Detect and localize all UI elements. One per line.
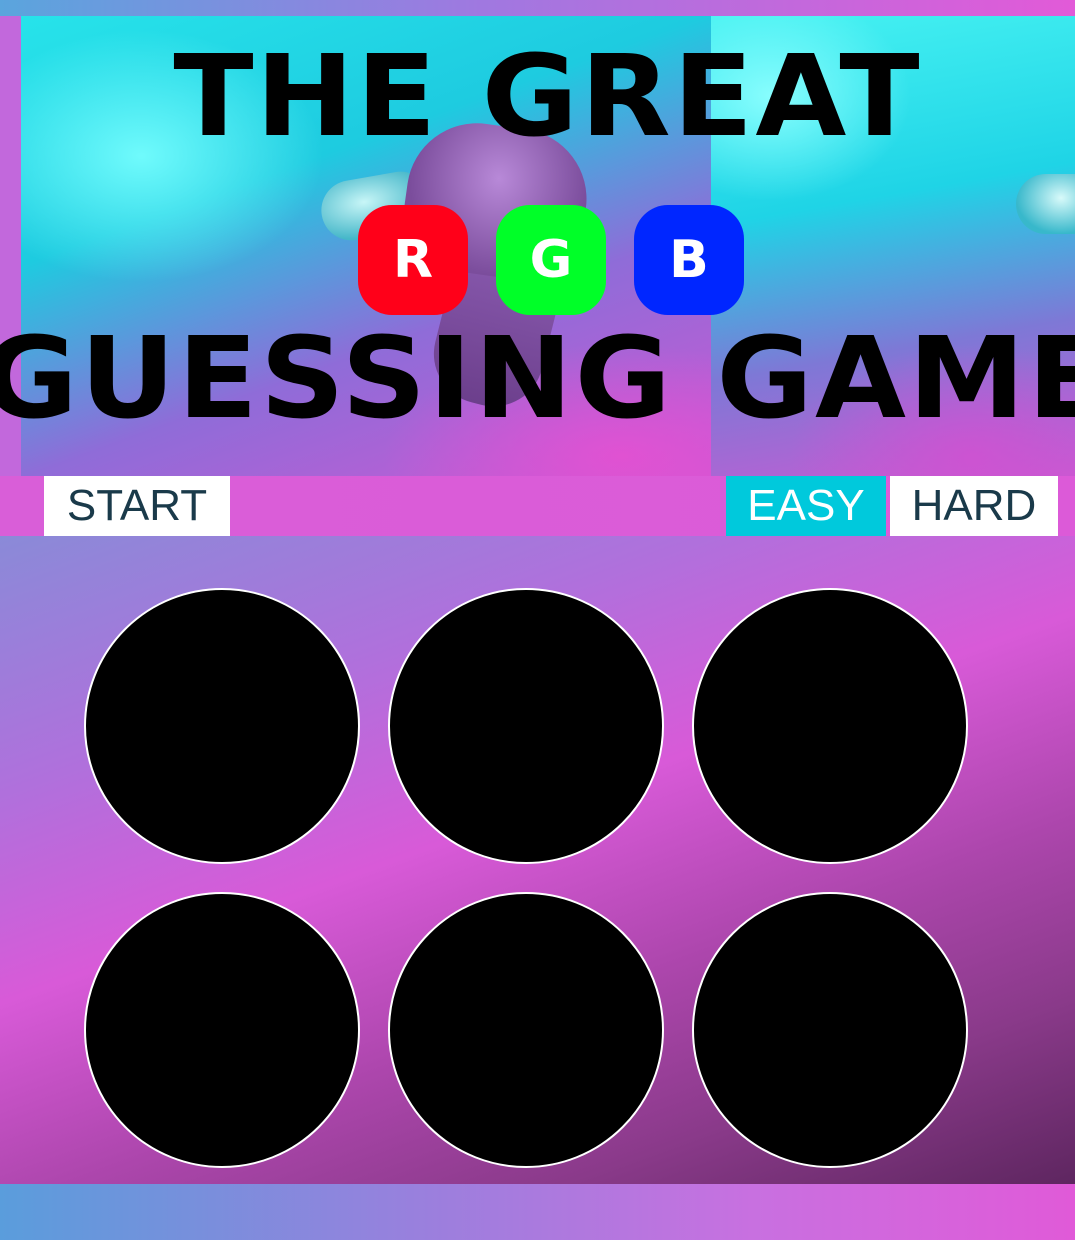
color-circle-1[interactable] [84,588,360,864]
color-circle-6[interactable] [692,892,968,1168]
header-banner: THE GREAT R G B GUESSING GAME [0,16,1075,476]
color-circle-3[interactable] [692,588,968,864]
color-circle-4[interactable] [84,892,360,1168]
color-circle-5[interactable] [388,892,664,1168]
color-circle-2[interactable] [388,588,664,864]
controller-right-wing [1016,174,1075,234]
hard-mode-button[interactable]: HARD [890,476,1058,536]
title-line-2: GUESSING GAME [0,314,1075,444]
rgb-buttons: R G B [358,205,748,317]
title-line-1: THE GREAT [173,32,922,162]
blue-badge: B [634,205,744,315]
color-board [0,536,1075,1184]
red-badge: R [358,205,468,315]
start-button[interactable]: START [44,476,230,536]
bottom-strip [0,1184,1075,1240]
controls-bar: START EASY HARD [0,476,1075,536]
easy-mode-button[interactable]: EASY [726,476,886,536]
top-strip [0,0,1075,16]
green-badge: G [496,205,606,315]
